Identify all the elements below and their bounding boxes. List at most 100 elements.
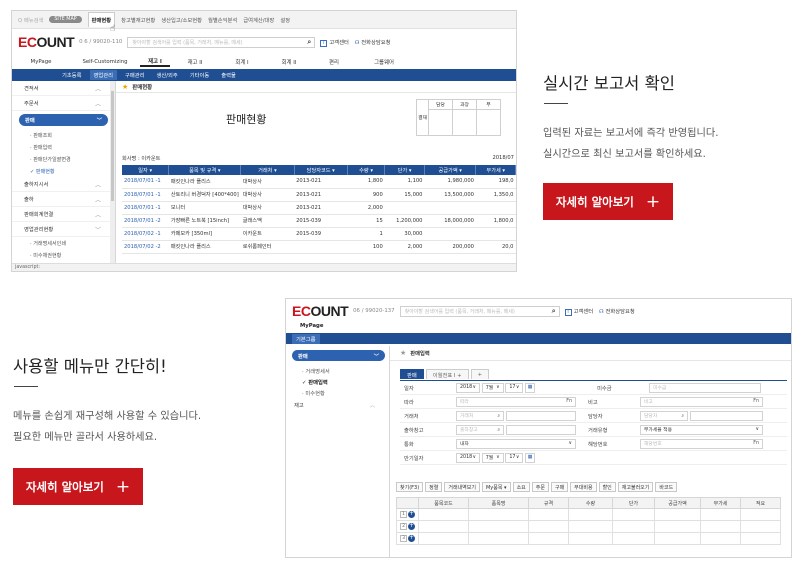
site-map-button[interactable]: SITE MAP [49, 16, 82, 23]
sidebar-sub-receivables[interactable]: · 미수채권현황 [12, 249, 115, 261]
table-cell[interactable] [740, 508, 781, 521]
toolbar-button[interactable]: 구매 [550, 482, 569, 492]
table-cell[interactable] [612, 520, 655, 533]
add-row-icon[interactable]: + [408, 523, 415, 530]
table-cell[interactable]: 2018/07/02 -2 [122, 240, 169, 254]
table-cell[interactable] [418, 520, 469, 533]
sidebar-sub-sales-view[interactable]: · 판매조회 [12, 129, 115, 141]
toolbar-button[interactable]: 주문 [531, 482, 549, 492]
calendar-icon[interactable]: ▦ [525, 452, 536, 463]
menu-groupware[interactable]: 그룹웨어 [354, 58, 414, 66]
sidebar-sub-price-change[interactable]: · 판매단가일괄변경 [12, 153, 115, 165]
memo-field[interactable]: 비고 Fn [640, 396, 763, 407]
trade-type-select[interactable]: 부가세율 적용 ∨ [640, 424, 763, 435]
table-cell[interactable]: 2018/07/02 -1 [122, 227, 169, 241]
menu-self-customizing[interactable]: Self-Customizing [70, 59, 140, 65]
toolbar-button[interactable]: 할인 [598, 482, 616, 492]
client-name-field[interactable] [506, 410, 576, 421]
menu-accounting-1[interactable]: 회계 I [220, 58, 264, 66]
column-header[interactable]: 단가 ▾ [384, 165, 425, 175]
menu-mypage[interactable]: MyPage [286, 323, 791, 333]
table-cell[interactable] [700, 508, 741, 521]
sidebar-scrollbar[interactable] [110, 81, 115, 263]
year-select[interactable]: 2018 ∨ [456, 382, 480, 393]
table-cell[interactable] [468, 532, 529, 545]
promo1-cta-button[interactable]: 자세히 알아보기 + [543, 183, 673, 220]
toolbar-button[interactable]: My품목 ▾ [481, 482, 511, 492]
table-cell[interactable]: 3 + [396, 532, 419, 545]
add-row-icon[interactable]: + [408, 535, 415, 542]
top-nav-settings[interactable]: 설정 [280, 16, 290, 24]
search-icon[interactable]: ⌕ [307, 38, 311, 47]
column-header[interactable]: 공급가액 ▾ [424, 165, 477, 175]
sidebar-item-sales-accounting[interactable]: 판매회계연결 ︿ [12, 207, 115, 222]
column-header[interactable]: 일자 ▾ [122, 165, 170, 175]
menu-mypage[interactable]: MyPage [12, 59, 70, 65]
submenu-printouts[interactable]: 출력물 [217, 70, 240, 80]
ref-field[interactable]: 따라 Fn [456, 396, 576, 407]
sidebar-sub-invoice-print[interactable]: · 거래명세서인쇄 [12, 237, 115, 249]
sidebar-sub-sales-entry[interactable]: · 판매입력 [12, 141, 115, 153]
star-icon[interactable]: ★ [400, 349, 406, 357]
add-row-icon[interactable]: + [408, 511, 415, 518]
global-search-input[interactable]: 찾아야할 검색어를 입력 (품목, 거래처, 메뉴를, 메세) ⌕ [399, 305, 560, 317]
warehouse-field[interactable]: 출하창고 ⌕ [456, 424, 504, 435]
manager-field[interactable]: 담당자 ⌕ [640, 410, 688, 421]
toolbar-button[interactable]: 바코드 [655, 482, 678, 492]
table-cell[interactable] [654, 508, 701, 521]
manager-name-field[interactable] [690, 410, 763, 421]
column-header[interactable]: 부가세 ▾ [475, 165, 516, 175]
menu-inventory-1[interactable]: 재고 I [140, 57, 170, 67]
table-cell[interactable] [654, 520, 701, 533]
sidebar-item-sales[interactable]: 판매 ﹀ [292, 350, 385, 361]
ecount-logo[interactable]: ECOUNT [18, 34, 75, 50]
table-cell[interactable] [528, 508, 569, 521]
table-cell[interactable] [700, 532, 741, 545]
menu-convenience[interactable]: 편리 [314, 58, 354, 66]
top-nav-payroll[interactable]: 급여계산/대장 [243, 16, 274, 24]
due-day-select[interactable]: 17 ∨ [505, 452, 524, 463]
table-cell[interactable]: 2018/07/01 -1 [122, 188, 169, 202]
column-header[interactable]: 품목 및 규격 ▾ [168, 165, 242, 175]
submenu-sales[interactable]: 영업관리 [89, 70, 117, 80]
table-cell[interactable] [468, 520, 529, 533]
table-cell[interactable] [418, 508, 469, 521]
table-cell[interactable] [418, 532, 469, 545]
table-cell[interactable]: 2 + [396, 520, 419, 533]
call-request-link[interactable]: ☊ 전화상담요청 [599, 307, 635, 315]
table-cell[interactable] [568, 508, 613, 521]
customer-center-link[interactable]: i 고객센터 [320, 38, 349, 47]
sidebar-sub-sales-status[interactable]: ✓ 판매현황 [12, 165, 115, 177]
column-header[interactable]: 담당자코드 ▾ [294, 165, 348, 175]
toolbar-button[interactable]: 거래내역보기 [444, 482, 480, 492]
table-cell[interactable] [528, 520, 569, 533]
star-icon[interactable]: ★ [122, 83, 128, 91]
table-cell[interactable]: 2018/07/01 -2 [122, 214, 169, 228]
calendar-icon[interactable]: ▦ [525, 382, 536, 393]
sidebar-item-order[interactable]: 주문서 ︿ [12, 96, 115, 111]
project-field[interactable]: 해당번호 Fn [640, 438, 763, 449]
toolbar-button[interactable]: 재고불러오기 [617, 482, 654, 492]
sidebar-sub-invoice[interactable]: · 거래명세서 [286, 365, 389, 376]
toolbar-button[interactable]: 찾기(F3) [396, 482, 424, 492]
currency-select[interactable]: 내자 ∨ [456, 438, 576, 449]
sidebar-sub-sales-entry[interactable]: ✓ 판매입력 [286, 376, 389, 387]
top-nav-warehouse[interactable]: 창고별재고현황 [121, 16, 155, 24]
table-cell[interactable] [740, 532, 781, 545]
menu-search[interactable]: Q 메뉴검색 [18, 16, 43, 24]
due-month-select[interactable]: 7월 ∨ [481, 452, 504, 463]
client-field[interactable]: 거래처 ⌕ [456, 410, 504, 421]
call-request-link[interactable]: ☊ 전화상담요청 [355, 38, 391, 46]
table-cell[interactable] [612, 532, 655, 545]
global-search-input[interactable]: 찾아야할 검색어를 입력 (품목, 거래처, 메뉴를, 메세) ⌕ [127, 36, 316, 48]
sidebar-item-sales-mgmt[interactable]: 영업관리현황 ﹀ [12, 222, 115, 237]
table-cell[interactable] [468, 508, 529, 521]
table-cell[interactable] [654, 532, 701, 545]
promo2-cta-button[interactable]: 자세히 알아보기 + [13, 468, 143, 505]
tab-sales[interactable]: 판매 [400, 369, 424, 379]
tab-carryover[interactable]: 이월전표 I + [425, 369, 469, 379]
ecount-logo[interactable]: ECOUNT [292, 303, 349, 319]
sidebar-sub-receivables[interactable]: · 미수현황 [286, 387, 389, 398]
sidebar-item-quote[interactable]: 견적서 ︿ [12, 81, 115, 96]
table-cell[interactable]: 2018/07/01 -1 [122, 201, 169, 215]
